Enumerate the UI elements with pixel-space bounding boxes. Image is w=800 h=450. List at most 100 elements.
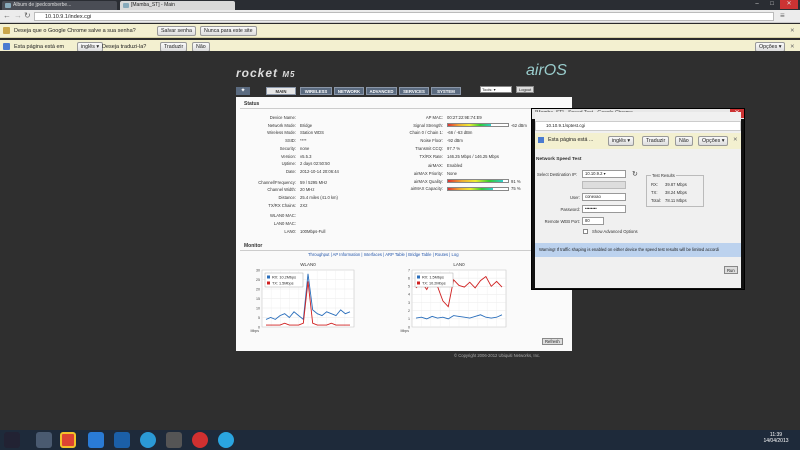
status-value: Bridge [300,122,313,128]
start-icon[interactable] [4,432,20,448]
status-label: TX/RX Rate: [419,153,443,159]
legend-tx: TX: 1.5Mbps [272,282,294,286]
translate-icon [538,137,544,143]
legend-swatch-rx [417,275,420,279]
y-tick-label: 7 [408,268,410,272]
status-value: 2X2 [300,202,308,208]
tab-network[interactable]: NETWORK [334,87,364,95]
signal-bar-fill [448,124,492,127]
tool-icon[interactable] [166,432,182,448]
popup-translate-text: Esta página está ... [548,137,594,143]
address-bar: ← → ↻ 10.10.9.1/index.cgi ≡ [0,10,800,23]
legend-swatch-tx [267,281,270,285]
back-icon[interactable]: ← [3,11,11,20]
tab-main[interactable]: [Mamba_ST] - Main [120,1,235,10]
status-value: 97.7 % [447,145,461,151]
winbox-icon[interactable] [140,432,156,448]
y-tick-label: 3 [408,301,410,305]
status-label: LAN0 MAC: [273,221,296,227]
translate-button[interactable]: Traduzir [642,136,670,146]
monitor-title: Monitor [244,243,263,249]
advanced-label: Show Advanced Options [592,229,638,234]
chart-title: WLAN0 [300,262,316,267]
status-value: -66 / -63 dBm [447,130,473,136]
signal-bar [447,186,509,191]
ie-icon[interactable] [88,432,104,448]
key-icon [3,27,10,34]
destination-input[interactable] [582,181,626,189]
signal-bar-fill [448,187,493,190]
legend-tx: TX: 10.2Mbps [422,282,446,286]
y-unit-label: Mbps [400,329,409,333]
y-tick-label: 25 [256,278,260,282]
status-value: -62 dBm [511,122,527,128]
status-value: 2012-10-14 20:06:44 [300,168,339,174]
app-icon[interactable] [114,432,130,448]
status-label: Device Name: [269,115,296,120]
y-tick-label: 20 [256,287,260,291]
status-label: Signal Strength: [413,122,443,128]
clock: 11:39 14/04/2013 [763,432,789,444]
menu-icon[interactable]: ≡ [780,11,785,20]
tab-album[interactable]: Album de jpedcomberbe... [2,1,117,10]
total-value: 78.11 Mbps [665,198,687,203]
never-save-button[interactable]: Nunca para este site [200,26,257,36]
tab-services[interactable]: SERVICES [399,87,429,95]
close-icon[interactable]: ✕ [790,24,795,38]
refresh-button[interactable]: Refresh [542,338,563,345]
y-tick-label: 5 [258,316,260,320]
popup-url[interactable]: 10.10.9.1/sptest.cgi [535,121,741,131]
destination-select[interactable]: 10.10.9.2 ▾ [582,170,626,178]
url-input[interactable]: 10.10.9.1/index.cgi [34,12,774,21]
results-box: Test Results RX: 39.87 Mbps TX: 38.24 Mb… [646,173,704,207]
explorer-icon[interactable] [36,432,52,448]
y-tick-label: 30 [256,268,260,272]
status-value: **** [300,138,307,144]
tools-select[interactable]: Tools: ▾ [480,86,512,93]
opera-icon[interactable] [192,432,208,448]
skype-icon[interactable] [218,432,234,448]
refresh-icon[interactable]: ↻ [632,170,638,178]
status-value: -92 dBm [447,138,463,144]
password-prompt: Deseja que o Google Chrome salve a sua s… [14,28,136,34]
monitor-links[interactable]: Throughput | AP Information | Interfaces… [308,252,459,257]
password-input[interactable]: •••••••• [582,205,626,213]
status-value: none [300,145,310,151]
options-button[interactable]: Opções ▾ [698,136,729,146]
status-label: Channel/Frequency: [258,179,296,185]
tab-main[interactable]: MAIN [266,87,296,95]
minimize-icon[interactable]: – [750,0,764,9]
destination-label: Select Destination IP: [537,172,578,177]
advanced-checkbox[interactable] [583,229,588,234]
port-input[interactable]: 80 [582,217,604,225]
close-icon[interactable]: ✕ [733,137,737,143]
maximize-icon[interactable]: □ [765,0,779,9]
tab-advanced[interactable]: ADVANCED [366,87,397,95]
tab-system[interactable]: SYSTEM [431,87,461,95]
user-label: User: [569,195,580,200]
logout-button[interactable]: Logout [516,86,535,93]
status-label: AP MAC: [425,115,443,120]
forward-icon[interactable]: → [14,11,22,20]
status-label: Wireless Mode: [267,130,296,136]
tx-label: TX: [651,190,658,195]
user-input[interactable]: conexao [582,193,626,201]
run-button[interactable]: Run [724,266,738,274]
language-select[interactable]: inglês ▾ [608,136,634,146]
chrome-icon[interactable] [60,432,76,448]
tab-label: Album de jpedcomberbe... [13,2,72,8]
no-translate-button[interactable]: Não [675,136,693,146]
ubiquiti-icon[interactable]: ✦ [236,87,250,95]
legend-swatch-tx [417,281,420,285]
password-label: Password: [560,207,580,212]
status-label: TX/RX Chains: [268,202,296,208]
legend-rx: RX: 1.5Mbps [422,276,444,280]
tab-wireless[interactable]: WIRELESS [300,87,332,95]
status-label: SSID: [285,138,296,144]
status-value: 00:27:22:9E:74:E9 [447,115,482,120]
save-password-button[interactable]: Salvar senha [157,26,196,36]
close-icon[interactable]: ✕ [780,0,798,9]
page-icon [5,3,11,8]
status-label: airMAX Priority: [413,170,443,176]
reload-icon[interactable]: ↻ [24,11,31,20]
